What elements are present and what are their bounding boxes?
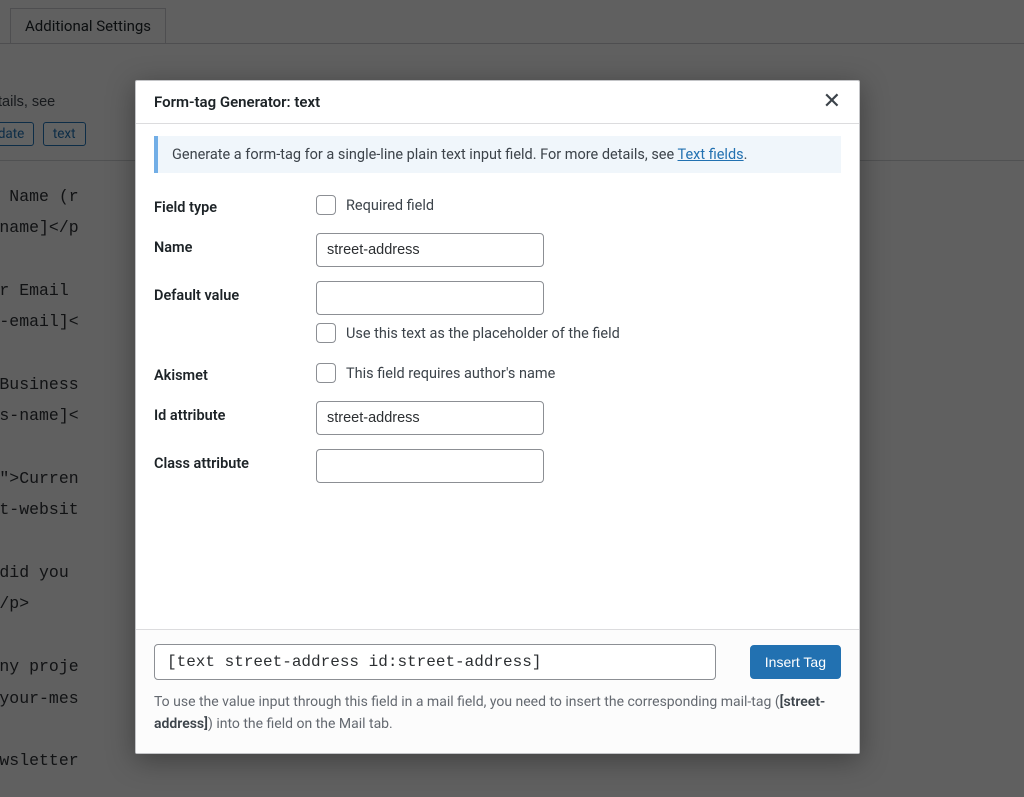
info-box: Generate a form-tag for a single-line pl… xyxy=(154,136,841,173)
akismet-option[interactable]: This field requires author's name xyxy=(316,363,841,383)
label-field-type: Field type xyxy=(154,193,316,216)
modal-footer: Insert Tag To use the value input throug… xyxy=(136,629,859,753)
default-value-input[interactable] xyxy=(316,281,544,315)
akismet-checkbox[interactable] xyxy=(316,363,336,383)
class-attribute-input[interactable] xyxy=(316,449,544,483)
info-text: Generate a form-tag for a single-line pl… xyxy=(172,146,678,163)
footer-help-text: To use the value input through this fiel… xyxy=(154,692,841,735)
modal-spacer xyxy=(154,489,841,629)
label-class-attribute: Class attribute xyxy=(154,449,316,472)
row-id-attribute: Id attribute xyxy=(154,395,841,441)
label-default-value: Default value xyxy=(154,281,316,304)
footer-row: Insert Tag xyxy=(154,644,841,680)
footer-help-post: ) into the field on the Mail tab. xyxy=(208,716,393,732)
id-attribute-input[interactable] xyxy=(316,401,544,435)
required-field-option[interactable]: Required field xyxy=(316,195,841,215)
form-tag-generator-modal: Form-tag Generator: text ✕ Generate a fo… xyxy=(135,80,860,754)
row-name: Name xyxy=(154,227,841,273)
info-period: . xyxy=(744,146,748,163)
placeholder-checkbox-label: Use this text as the placeholder of the … xyxy=(346,325,620,342)
label-akismet: Akismet xyxy=(154,361,316,384)
row-akismet: Akismet This field requires author's nam… xyxy=(154,355,841,393)
akismet-checkbox-label: This field requires author's name xyxy=(346,365,555,382)
row-class-attribute: Class attribute xyxy=(154,443,841,489)
modal-header: Form-tag Generator: text ✕ xyxy=(136,81,859,124)
modal-body: Generate a form-tag for a single-line pl… xyxy=(136,124,859,629)
label-name: Name xyxy=(154,233,316,256)
modal-title: Form-tag Generator: text xyxy=(154,93,320,111)
generated-tag-output[interactable] xyxy=(154,644,716,680)
placeholder-option[interactable]: Use this text as the placeholder of the … xyxy=(316,323,841,343)
close-icon[interactable]: ✕ xyxy=(821,91,843,113)
footer-help-pre: To use the value input through this fiel… xyxy=(154,694,780,710)
name-input[interactable] xyxy=(316,233,544,267)
text-fields-link[interactable]: Text fields xyxy=(678,146,744,163)
required-field-label: Required field xyxy=(346,197,434,214)
placeholder-checkbox[interactable] xyxy=(316,323,336,343)
label-id-attribute: Id attribute xyxy=(154,401,316,424)
row-field-type: Field type Required field xyxy=(154,187,841,225)
insert-tag-button[interactable]: Insert Tag xyxy=(750,645,841,679)
required-field-checkbox[interactable] xyxy=(316,195,336,215)
row-default-value: Default value Use this text as the place… xyxy=(154,275,841,353)
